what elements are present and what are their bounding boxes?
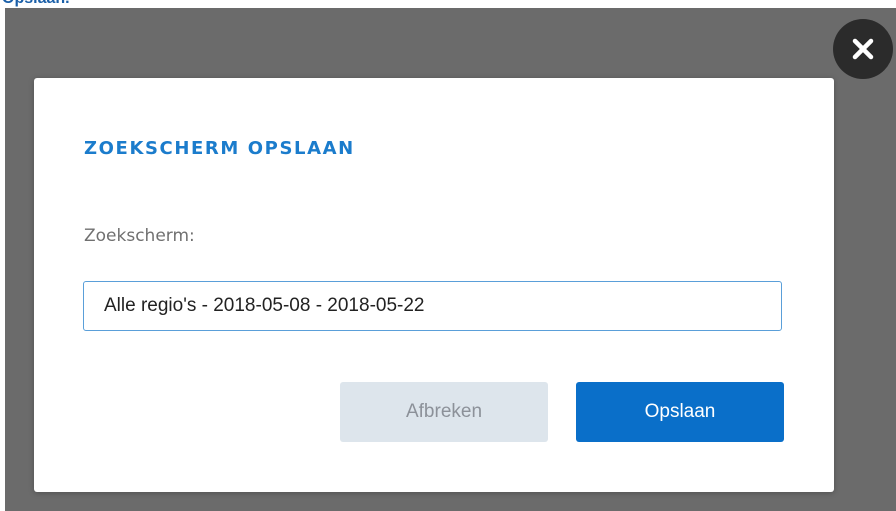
background-heading: Opslaan.: [2, 0, 70, 8]
search-screen-label: Zoekscherm:: [84, 226, 195, 246]
cancel-button[interactable]: Afbreken: [340, 382, 548, 442]
save-search-dialog: ZOEKSCHERM OPSLAAN Zoekscherm: Afbreken …: [34, 78, 834, 492]
dialog-title: ZOEKSCHERM OPSLAAN: [84, 138, 355, 159]
background-page-strip: Opslaan.: [0, 0, 896, 8]
search-screen-name-input[interactable]: [83, 281, 782, 331]
save-button[interactable]: Opslaan: [576, 382, 784, 442]
close-button[interactable]: [833, 19, 893, 79]
close-icon: [852, 38, 874, 60]
